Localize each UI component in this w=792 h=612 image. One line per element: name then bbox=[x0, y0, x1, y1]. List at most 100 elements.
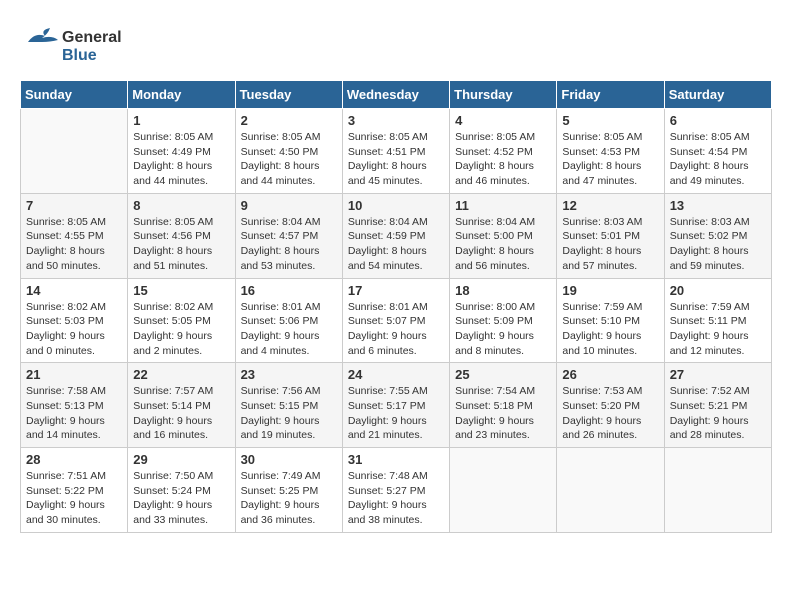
day-info: Sunrise: 7:59 AMSunset: 5:10 PMDaylight:… bbox=[562, 300, 658, 359]
header-friday: Friday bbox=[557, 81, 664, 109]
day-number: 7 bbox=[26, 198, 122, 213]
calendar-cell: 10Sunrise: 8:04 AMSunset: 4:59 PMDayligh… bbox=[342, 193, 449, 278]
calendar-cell: 6 Sunrise: 8:05 AMSunset: 4:54 PMDaylight… bbox=[664, 109, 771, 194]
day-number: 6 bbox=[670, 113, 766, 128]
calendar-cell: 27 Sunrise: 7:52 AMSunset: 5:21 PMDayligh… bbox=[664, 363, 771, 448]
calendar-week-1: 7 Sunrise: 8:05 AMSunset: 4:55 PMDaylight… bbox=[21, 193, 772, 278]
day-number: 27 bbox=[670, 367, 766, 382]
header-thursday: Thursday bbox=[450, 81, 557, 109]
day-info: Sunrise: 7:52 AMSunset: 5:21 PMDaylight:… bbox=[670, 384, 766, 443]
calendar-cell: 25 Sunrise: 7:54 AMSunset: 5:18 PMDayligh… bbox=[450, 363, 557, 448]
day-number: 29 bbox=[133, 452, 229, 467]
day-info: Sunrise: 8:02 AMSunset: 5:05 PMDaylight:… bbox=[133, 300, 229, 359]
calendar-week-2: 14 Sunrise: 8:02 AMSunset: 5:03 PMDayligh… bbox=[21, 278, 772, 363]
day-number: 19 bbox=[562, 283, 658, 298]
day-number: 20 bbox=[670, 283, 766, 298]
day-number: 1 bbox=[133, 113, 229, 128]
day-number: 12 bbox=[562, 198, 658, 213]
calendar-cell: 30 Sunrise: 7:49 AMSunset: 5:25 PMDayligh… bbox=[235, 448, 342, 533]
day-info: Sunrise: 8:01 AMSunset: 5:06 PMDaylight:… bbox=[241, 300, 337, 359]
calendar-cell bbox=[21, 109, 128, 194]
day-number: 25 bbox=[455, 367, 551, 382]
day-info: Sunrise: 8:05 AMSunset: 4:51 PMDaylight:… bbox=[348, 130, 444, 189]
calendar-cell: 5Sunrise: 8:05 AMSunset: 4:53 PMDaylight… bbox=[557, 109, 664, 194]
day-number: 14 bbox=[26, 283, 122, 298]
calendar-cell: 13 Sunrise: 8:03 AMSunset: 5:02 PMDayligh… bbox=[664, 193, 771, 278]
day-number: 28 bbox=[26, 452, 122, 467]
day-number: 3 bbox=[348, 113, 444, 128]
day-info: Sunrise: 8:05 AMSunset: 4:49 PMDaylight:… bbox=[133, 130, 229, 189]
calendar-week-4: 28 Sunrise: 7:51 AMSunset: 5:22 PMDayligh… bbox=[21, 448, 772, 533]
calendar-table: SundayMondayTuesdayWednesdayThursdayFrid… bbox=[20, 80, 772, 533]
calendar-week-3: 21 Sunrise: 7:58 AMSunset: 5:13 PMDayligh… bbox=[21, 363, 772, 448]
day-number: 2 bbox=[241, 113, 337, 128]
day-info: Sunrise: 8:04 AMSunset: 4:57 PMDaylight:… bbox=[241, 215, 337, 274]
page-header: General Blue bbox=[20, 20, 772, 70]
day-number: 21 bbox=[26, 367, 122, 382]
calendar-cell: 14 Sunrise: 8:02 AMSunset: 5:03 PMDayligh… bbox=[21, 278, 128, 363]
day-number: 9 bbox=[241, 198, 337, 213]
header-tuesday: Tuesday bbox=[235, 81, 342, 109]
calendar-cell: 22Sunrise: 7:57 AMSunset: 5:14 PMDayligh… bbox=[128, 363, 235, 448]
day-number: 22 bbox=[133, 367, 229, 382]
day-info: Sunrise: 7:59 AMSunset: 5:11 PMDaylight:… bbox=[670, 300, 766, 359]
calendar-cell: 9 Sunrise: 8:04 AMSunset: 4:57 PMDaylight… bbox=[235, 193, 342, 278]
day-info: Sunrise: 8:00 AMSunset: 5:09 PMDaylight:… bbox=[455, 300, 551, 359]
calendar-cell: 26 Sunrise: 7:53 AMSunset: 5:20 PMDayligh… bbox=[557, 363, 664, 448]
calendar-cell bbox=[664, 448, 771, 533]
day-info: Sunrise: 7:51 AMSunset: 5:22 PMDaylight:… bbox=[26, 469, 122, 528]
header-monday: Monday bbox=[128, 81, 235, 109]
day-info: Sunrise: 7:58 AMSunset: 5:13 PMDaylight:… bbox=[26, 384, 122, 443]
day-info: Sunrise: 8:05 AMSunset: 4:52 PMDaylight:… bbox=[455, 130, 551, 189]
calendar-cell: 3 Sunrise: 8:05 AMSunset: 4:51 PMDaylight… bbox=[342, 109, 449, 194]
day-info: Sunrise: 8:05 AMSunset: 4:50 PMDaylight:… bbox=[241, 130, 337, 189]
day-info: Sunrise: 8:05 AMSunset: 4:55 PMDaylight:… bbox=[26, 215, 122, 274]
svg-text:Blue: Blue bbox=[62, 47, 97, 64]
day-number: 23 bbox=[241, 367, 337, 382]
day-info: Sunrise: 7:56 AMSunset: 5:15 PMDaylight:… bbox=[241, 384, 337, 443]
day-info: Sunrise: 8:05 AMSunset: 4:56 PMDaylight:… bbox=[133, 215, 229, 274]
calendar-cell: 19 Sunrise: 7:59 AMSunset: 5:10 PMDayligh… bbox=[557, 278, 664, 363]
day-info: Sunrise: 8:03 AMSunset: 5:01 PMDaylight:… bbox=[562, 215, 658, 274]
day-number: 31 bbox=[348, 452, 444, 467]
day-info: Sunrise: 8:03 AMSunset: 5:02 PMDaylight:… bbox=[670, 215, 766, 274]
day-info: Sunrise: 8:02 AMSunset: 5:03 PMDaylight:… bbox=[26, 300, 122, 359]
day-number: 26 bbox=[562, 367, 658, 382]
calendar-cell: 8Sunrise: 8:05 AMSunset: 4:56 PMDaylight… bbox=[128, 193, 235, 278]
header-wednesday: Wednesday bbox=[342, 81, 449, 109]
day-number: 16 bbox=[241, 283, 337, 298]
day-number: 30 bbox=[241, 452, 337, 467]
day-info: Sunrise: 7:50 AMSunset: 5:24 PMDaylight:… bbox=[133, 469, 229, 528]
calendar-cell: 23 Sunrise: 7:56 AMSunset: 5:15 PMDayligh… bbox=[235, 363, 342, 448]
calendar-cell: 11Sunrise: 8:04 AMSunset: 5:00 PMDayligh… bbox=[450, 193, 557, 278]
calendar-cell bbox=[450, 448, 557, 533]
calendar-cell: 29 Sunrise: 7:50 AMSunset: 5:24 PMDayligh… bbox=[128, 448, 235, 533]
calendar-week-0: 1 Sunrise: 8:05 AMSunset: 4:49 PMDaylight… bbox=[21, 109, 772, 194]
calendar-cell: 1 Sunrise: 8:05 AMSunset: 4:49 PMDaylight… bbox=[128, 109, 235, 194]
calendar-cell: 2 Sunrise: 8:05 AMSunset: 4:50 PMDaylight… bbox=[235, 109, 342, 194]
day-number: 24 bbox=[348, 367, 444, 382]
calendar-cell bbox=[557, 448, 664, 533]
day-info: Sunrise: 8:05 AMSunset: 4:53 PMDaylight:… bbox=[562, 130, 658, 189]
day-info: Sunrise: 8:01 AMSunset: 5:07 PMDaylight:… bbox=[348, 300, 444, 359]
calendar-cell: 16 Sunrise: 8:01 AMSunset: 5:06 PMDayligh… bbox=[235, 278, 342, 363]
calendar-cell: 31 Sunrise: 7:48 AMSunset: 5:27 PMDayligh… bbox=[342, 448, 449, 533]
day-info: Sunrise: 7:53 AMSunset: 5:20 PMDaylight:… bbox=[562, 384, 658, 443]
calendar-header-row: SundayMondayTuesdayWednesdayThursdayFrid… bbox=[21, 81, 772, 109]
day-number: 10 bbox=[348, 198, 444, 213]
calendar-cell: 18 Sunrise: 8:00 AMSunset: 5:09 PMDayligh… bbox=[450, 278, 557, 363]
day-number: 18 bbox=[455, 283, 551, 298]
day-number: 13 bbox=[670, 198, 766, 213]
day-info: Sunrise: 7:49 AMSunset: 5:25 PMDaylight:… bbox=[241, 469, 337, 528]
calendar-cell: 12 Sunrise: 8:03 AMSunset: 5:01 PMDayligh… bbox=[557, 193, 664, 278]
svg-text:General: General bbox=[62, 29, 122, 46]
day-info: Sunrise: 7:55 AMSunset: 5:17 PMDaylight:… bbox=[348, 384, 444, 443]
calendar-cell: 21 Sunrise: 7:58 AMSunset: 5:13 PMDayligh… bbox=[21, 363, 128, 448]
day-number: 17 bbox=[348, 283, 444, 298]
day-info: Sunrise: 7:48 AMSunset: 5:27 PMDaylight:… bbox=[348, 469, 444, 528]
calendar-cell: 17 Sunrise: 8:01 AMSunset: 5:07 PMDayligh… bbox=[342, 278, 449, 363]
day-info: Sunrise: 8:05 AMSunset: 4:54 PMDaylight:… bbox=[670, 130, 766, 189]
day-info: Sunrise: 8:04 AMSunset: 5:00 PMDaylight:… bbox=[455, 215, 551, 274]
header-saturday: Saturday bbox=[664, 81, 771, 109]
day-info: Sunrise: 7:54 AMSunset: 5:18 PMDaylight:… bbox=[455, 384, 551, 443]
